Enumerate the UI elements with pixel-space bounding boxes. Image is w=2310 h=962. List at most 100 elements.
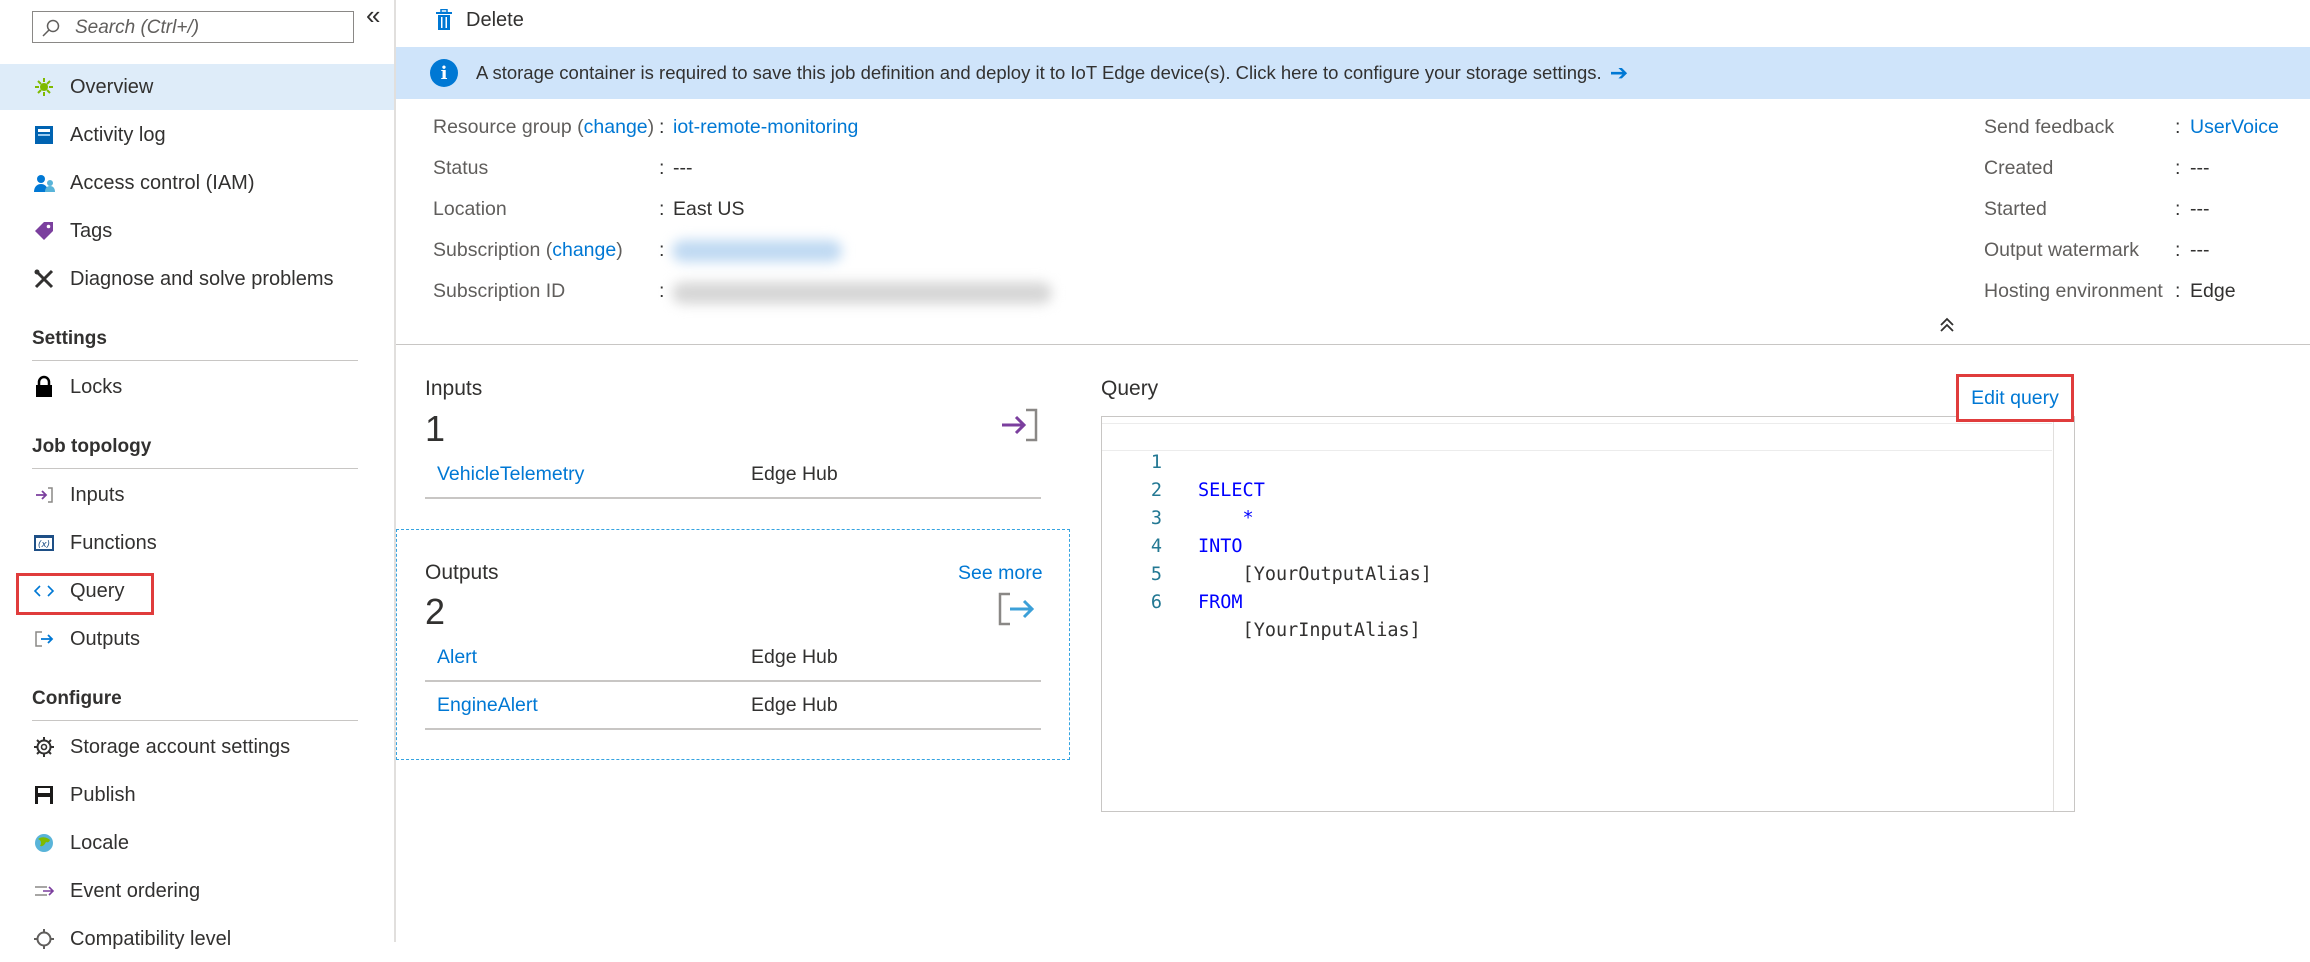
started-value: ---	[2190, 198, 2210, 220]
input-link-vehicletelemetry[interactable]: VehicleTelemetry	[437, 463, 584, 486]
sidebar-item-label: Functions	[70, 531, 157, 554]
location-label: Location	[433, 198, 507, 220]
subscription-id-label: Subscription ID	[433, 280, 566, 302]
created-value: ---	[2190, 157, 2210, 179]
tag-icon	[32, 219, 56, 243]
output-watermark-value: ---	[2190, 239, 2210, 261]
collapse-essentials-icon[interactable]	[1937, 315, 1957, 335]
inputs-count: 1	[425, 408, 446, 449]
arrow-right-icon: ➔	[1609, 60, 1629, 85]
resource-group-link[interactable]: iot-remote-monitoring	[673, 113, 858, 141]
inputs-tile-title: Inputs	[425, 377, 483, 400]
svg-text:(x): (x)	[38, 540, 50, 550]
sidebar-item-storage-account-settings[interactable]: Storage account settings	[0, 724, 394, 770]
hosting-environment-label: Hosting environment	[1984, 280, 2163, 302]
resource-group-row: Resource group (change)	[433, 113, 654, 141]
query-editor[interactable]: 1 SELECT 2 * 3 INTO 4 [YourOutputAlias] …	[1101, 416, 2075, 812]
current-line-highlight	[1102, 423, 2052, 451]
delete-label: Delete	[466, 8, 524, 31]
send-feedback-label: Send feedback	[1984, 116, 2115, 138]
globe-icon	[32, 831, 56, 855]
sidebar-item-outputs[interactable]: Outputs	[0, 616, 394, 662]
status-label: Status	[433, 157, 489, 179]
colon: :	[659, 239, 665, 261]
output-link-enginealert[interactable]: EngineAlert	[437, 694, 538, 717]
sidebar-item-label: Tags	[70, 219, 113, 242]
code-text: FROM	[1198, 592, 1243, 613]
sidebar-item-query[interactable]: Query	[0, 568, 394, 614]
outputs-see-more-link[interactable]: See more	[958, 562, 1043, 585]
subscription-row: Subscription (change)	[433, 236, 623, 264]
subscription-change-link[interactable]: change	[552, 239, 616, 261]
sidebar-item-publish[interactable]: Publish	[0, 772, 394, 818]
search-box[interactable]	[32, 11, 354, 43]
publish-icon	[32, 783, 56, 807]
colon: :	[2175, 239, 2181, 261]
subscription-id-redacted	[672, 282, 1052, 304]
status-value: ---	[673, 157, 693, 179]
code-line: 5 FROM	[1102, 533, 1243, 613]
output-link-alert[interactable]: Alert	[437, 646, 477, 669]
sidebar-item-label: Diagnose and solve problems	[70, 267, 334, 290]
gear-icon	[32, 927, 56, 951]
search-input[interactable]	[73, 16, 347, 40]
subscription-label: Subscription	[433, 239, 541, 261]
sidebar-item-access-control[interactable]: Access control (IAM)	[0, 160, 394, 206]
collapse-sidebar-icon[interactable]: «	[366, 2, 380, 28]
line-number: 6	[1150, 592, 1162, 613]
sidebar-item-overview[interactable]: Overview	[0, 64, 394, 110]
sidebar: « Overview Activity log Access control (…	[0, 0, 396, 950]
edit-query-button[interactable]: Edit query	[1956, 374, 2074, 422]
sidebar-item-activity-log[interactable]: Activity log	[0, 112, 394, 158]
row-divider	[425, 680, 1041, 682]
outputs-icon	[32, 627, 56, 651]
code-icon	[32, 579, 56, 603]
sidebar-item-label: Access control (IAM)	[70, 171, 255, 194]
code-text: [YourInputAlias]	[1198, 620, 1421, 641]
output-type: Edge Hub	[751, 646, 838, 668]
inputs-icon	[32, 483, 56, 507]
resource-group-change-link[interactable]: change	[584, 116, 648, 138]
sidebar-item-label: Outputs	[70, 627, 141, 650]
section-divider	[32, 360, 358, 361]
sidebar-item-event-ordering[interactable]: Event ordering	[0, 868, 394, 914]
created-label: Created	[1984, 157, 2054, 179]
code-text: INTO	[1198, 536, 1243, 557]
colon: :	[2175, 280, 2181, 302]
sidebar-item-label: Event ordering	[70, 879, 201, 902]
activity-log-icon	[32, 123, 56, 147]
code-line: 4 [YourOutputAlias]	[1102, 505, 1432, 585]
subscription-value-redacted[interactable]	[672, 240, 842, 262]
started-label: Started	[1984, 198, 2047, 220]
outputs-tile-title: Outputs	[425, 561, 499, 584]
inputs-icon	[1002, 408, 1038, 442]
colon: :	[659, 198, 665, 220]
storage-warning-banner[interactable]: i A storage container is required to sav…	[396, 47, 2310, 99]
sidebar-item-inputs[interactable]: Inputs	[0, 472, 394, 518]
colon: :	[659, 280, 665, 302]
info-icon: i	[430, 59, 458, 87]
code-text: *	[1198, 508, 1254, 529]
sidebar-item-locks[interactable]: Locks	[0, 364, 394, 410]
code-line: 2 *	[1102, 449, 1254, 529]
access-control-icon	[32, 171, 56, 195]
sidebar-item-label: Publish	[70, 783, 136, 806]
section-title-job-topology: Job topology	[32, 436, 152, 457]
resource-group-label: Resource group	[433, 116, 572, 138]
query-tile-title: Query	[1101, 377, 1159, 400]
editor-scrollbar[interactable]	[2053, 417, 2054, 811]
search-icon	[42, 19, 60, 37]
uservoice-link[interactable]: UserVoice	[2190, 113, 2279, 141]
delete-button[interactable]: Delete	[434, 6, 524, 34]
section-divider	[32, 720, 358, 721]
sidebar-item-diagnose[interactable]: Diagnose and solve problems	[0, 256, 394, 302]
lock-icon	[32, 375, 56, 399]
banner-message: A storage container is required to save …	[476, 62, 1602, 83]
sidebar-item-label: Locks	[70, 375, 123, 398]
wrench-icon	[32, 267, 56, 291]
sidebar-item-tags[interactable]: Tags	[0, 208, 394, 254]
sidebar-item-label: Storage account settings	[70, 735, 291, 758]
sidebar-item-functions[interactable]: (x) Functions	[0, 520, 394, 566]
sidebar-item-compatibility-level[interactable]: Compatibility level	[0, 916, 394, 962]
sidebar-item-locale[interactable]: Locale	[0, 820, 394, 866]
